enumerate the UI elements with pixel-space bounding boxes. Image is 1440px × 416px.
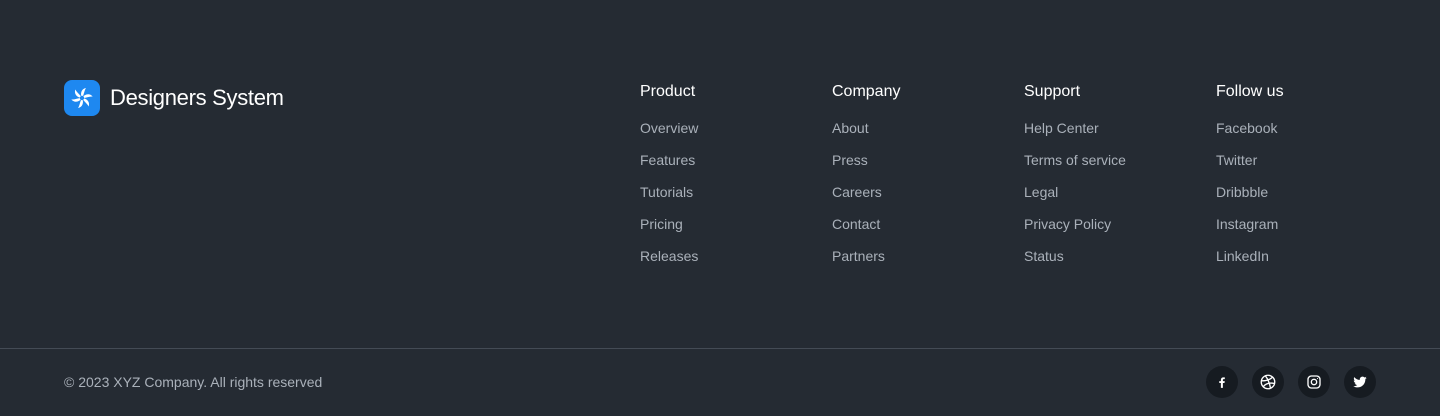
footer-link-overview[interactable]: Overview xyxy=(640,120,698,136)
facebook-icon xyxy=(1219,377,1225,388)
footer-link-about[interactable]: About xyxy=(832,120,869,136)
footer-link-twitter[interactable]: Twitter xyxy=(1216,152,1257,168)
footer-link-careers[interactable]: Careers xyxy=(832,184,882,200)
footer-link-help-center[interactable]: Help Center xyxy=(1024,120,1099,136)
footer-link-contact[interactable]: Contact xyxy=(832,216,880,232)
footer-link-privacy-policy[interactable]: Privacy Policy xyxy=(1024,216,1111,232)
column-title: Follow us xyxy=(1216,83,1284,100)
footer-column-company: Company About Press Careers Contact Part… xyxy=(832,82,900,279)
social-links xyxy=(1206,366,1376,398)
footer-link-terms-of-service[interactable]: Terms of service xyxy=(1024,152,1126,168)
footer-link-pricing[interactable]: Pricing xyxy=(640,216,683,232)
footer-link-legal[interactable]: Legal xyxy=(1024,184,1058,200)
footer-column-product: Product Overview Features Tutorials Pric… xyxy=(640,82,698,279)
brand-link[interactable]: Designers System xyxy=(64,80,284,116)
instagram-icon xyxy=(1307,375,1321,389)
footer-link-instagram[interactable]: Instagram xyxy=(1216,216,1278,232)
footer-link-dribbble[interactable]: Dribbble xyxy=(1216,184,1268,200)
copyright-text: © 2023 XYZ Company. All rights reserved xyxy=(64,374,323,390)
footer-link-features[interactable]: Features xyxy=(640,152,695,168)
footer-link-press[interactable]: Press xyxy=(832,152,868,168)
twitter-icon xyxy=(1353,376,1367,388)
brand-name: Designers System xyxy=(110,85,284,110)
footer-link-tutorials[interactable]: Tutorials xyxy=(640,184,693,200)
column-title: Support xyxy=(1024,83,1081,100)
dribbble-button[interactable] xyxy=(1252,366,1284,398)
column-title: Company xyxy=(832,83,901,100)
instagram-button[interactable] xyxy=(1298,366,1330,398)
column-title: Product xyxy=(640,83,696,100)
facebook-button[interactable] xyxy=(1206,366,1238,398)
footer-divider xyxy=(0,348,1440,349)
dribbble-icon xyxy=(1260,374,1276,390)
footer-link-facebook[interactable]: Facebook xyxy=(1216,120,1277,136)
brand-logo-icon xyxy=(64,80,100,116)
footer-link-partners[interactable]: Partners xyxy=(832,248,885,264)
footer-link-linkedin[interactable]: LinkedIn xyxy=(1216,248,1269,264)
footer-column-support: Support Help Center Terms of service Leg… xyxy=(1024,82,1126,279)
footer-top: Designers System Product Overview Featur… xyxy=(0,0,1440,348)
footer-column-follow-us: Follow us Facebook Twitter Dribbble Inst… xyxy=(1216,82,1284,279)
twitter-button[interactable] xyxy=(1344,366,1376,398)
footer-link-status[interactable]: Status xyxy=(1024,248,1064,264)
footer-link-releases[interactable]: Releases xyxy=(640,248,698,264)
